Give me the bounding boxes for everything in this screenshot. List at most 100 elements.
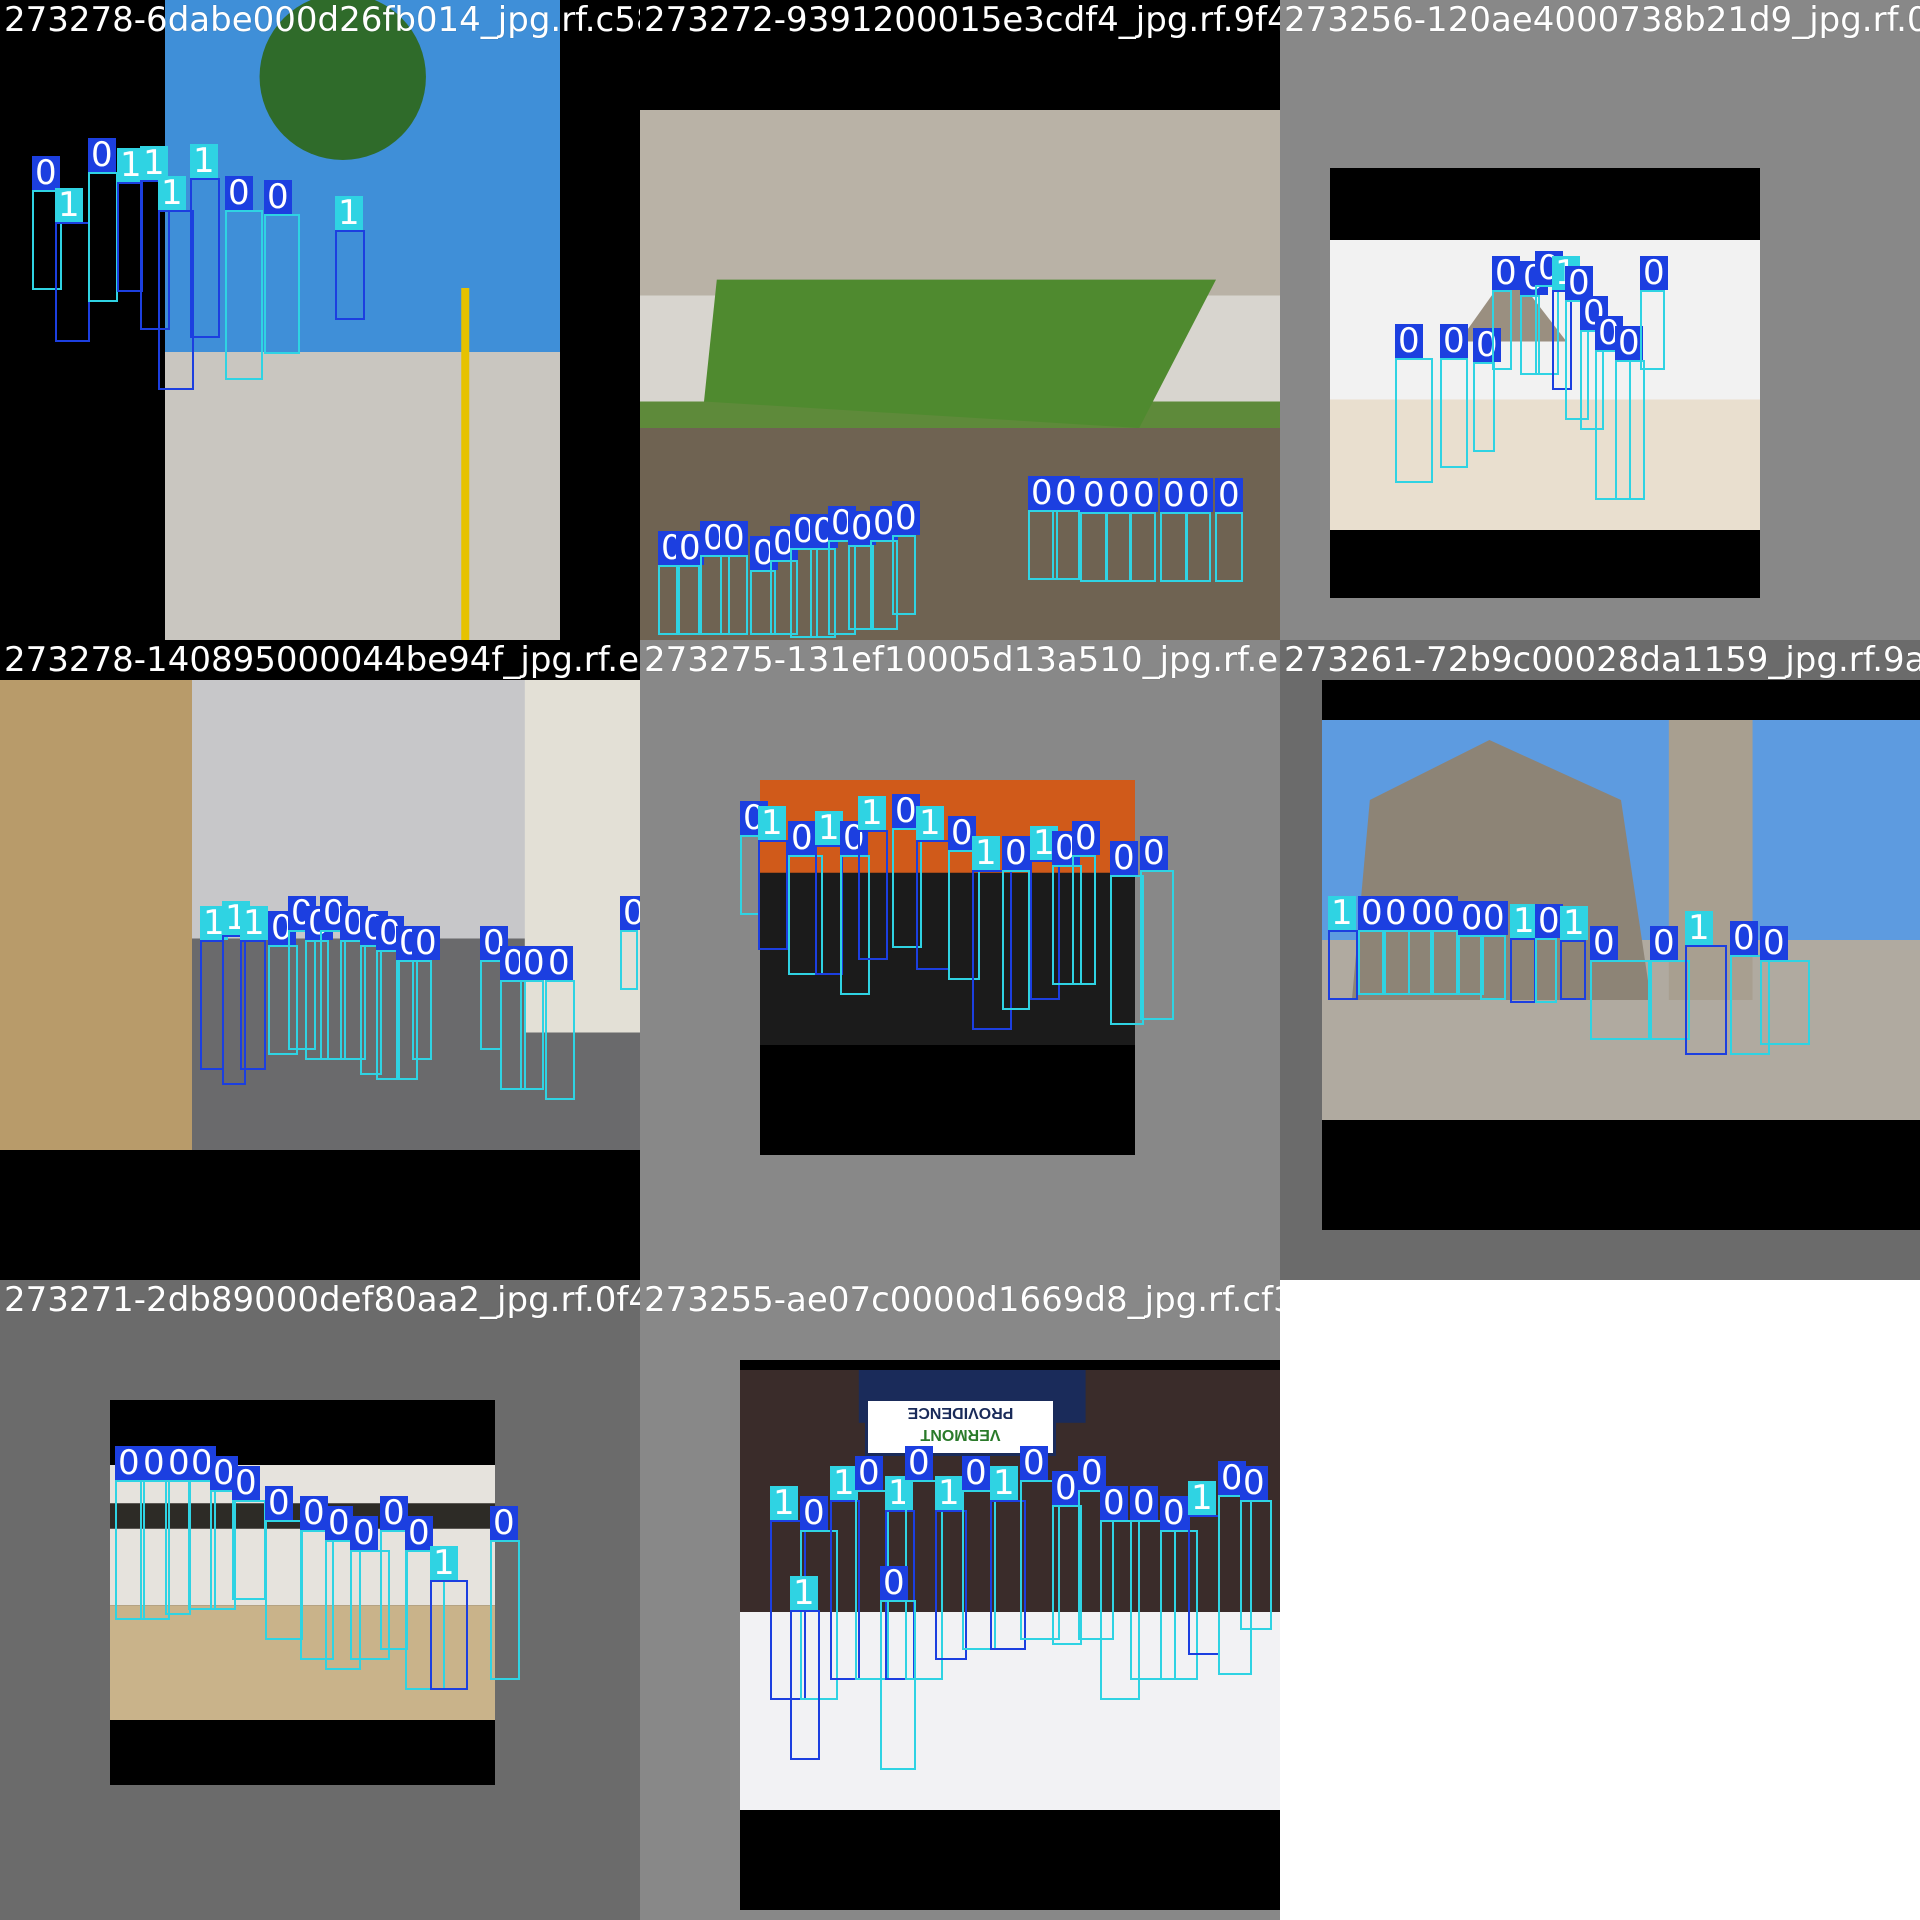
tile-filename: 273261-72b9c00028da1159_jpg.rf.9a [1284, 640, 1920, 680]
detection-class-label: 0 [1130, 478, 1158, 512]
detection-class-label: 1 [1328, 896, 1356, 930]
scoreboard-team-top: PROVIDENCE [907, 1404, 1014, 1421]
detection-box [480, 960, 502, 1050]
detection-box [1052, 510, 1080, 580]
tile-filename: 273256-120ae4000738b21d9_jpg.rf.0 [1284, 0, 1920, 40]
mosaic-tile: 0 0 0 0 0 0 0 0 0 0 0 0 0 0 0 0 0 0 0 0 273272-9391200015e3c… [640, 0, 1280, 640]
detection-class-label: 0 [800, 1496, 828, 1530]
detection-box [1480, 935, 1506, 1000]
detection-box [1685, 945, 1727, 1055]
detection-box [88, 172, 118, 302]
detection-box [1160, 512, 1188, 582]
detection-class-label: 1 [770, 1486, 798, 1520]
detection-class-label: 0 [1440, 324, 1468, 358]
detection-class-label: 0 [490, 1506, 518, 1540]
detection-class-label: 0 [855, 1456, 883, 1490]
detection-box [880, 1600, 916, 1770]
detection-box [545, 980, 575, 1100]
detection-class-label: 0 [1160, 1496, 1188, 1530]
detection-class-label: 0 [1080, 478, 1108, 512]
mosaic-tile: PROVIDENCE VERMONT 1 0 1 0 1 0 1 0 1 0 0 0 0 0 0 1 0 0 1 0 273… [640, 1280, 1280, 1920]
detection-class-label: 0 [1072, 821, 1100, 855]
detection-class-label: 1 [758, 806, 786, 840]
detection-box [264, 214, 300, 354]
detection-class-label: 0 [350, 1516, 378, 1550]
detection-box [335, 230, 365, 320]
detection-class-label: 0 [545, 946, 573, 980]
detection-box [1473, 362, 1495, 452]
mosaic-tile: 1 0 0 0 0 0 0 1 0 1 0 0 1 0 0 273261-72b9c00028da1159_j… [1280, 640, 1920, 1280]
detection-box [158, 210, 194, 390]
tile-filename: 273271-2db89000def80aa2_jpg.rf.0f4 [4, 1280, 640, 1320]
detection-class-label: 0 [264, 180, 292, 214]
detection-box [720, 555, 748, 635]
mosaic-tile: 0 1 0 1 0 1 0 1 0 1 0 1 0 0 0 0 273275-131ef10005d13a510… [640, 640, 1280, 1280]
detection-class-label: 1 [1510, 904, 1538, 938]
detection-class-label: 0 [1160, 478, 1188, 512]
detection-box [1215, 512, 1243, 582]
tile-filename: 273278-140895000044be94f_jpg.rf.e1 [4, 640, 640, 680]
detection-class-label: 1 [190, 144, 218, 178]
detection-box [490, 1540, 520, 1680]
detection-box [1560, 940, 1586, 1000]
detection-box [1615, 360, 1645, 500]
detection-box [858, 830, 888, 960]
detection-box [1492, 290, 1512, 370]
detection-class-label: 0 [720, 521, 748, 555]
detection-class-label: 1 [790, 1576, 818, 1610]
detection-box [380, 1530, 408, 1650]
detection-class-label: 0 [1760, 926, 1788, 960]
detection-class-label: 1 [815, 811, 843, 845]
detection-class-label: 1 [830, 1466, 858, 1500]
detection-class-label: 0 [380, 1496, 408, 1530]
detection-class-label: 0 [412, 926, 440, 960]
detection-class-label: 0 [1002, 836, 1030, 870]
detection-box [1002, 870, 1030, 1010]
detection-class-label: 0 [1020, 1446, 1048, 1480]
detection-class-label: 0 [1215, 478, 1243, 512]
detection-box [1430, 930, 1458, 995]
detection-class-label: 0 [880, 1566, 908, 1600]
detection-box [1510, 938, 1536, 1003]
detection-box [892, 535, 916, 615]
detection-box [1140, 870, 1174, 1020]
detection-box [1440, 358, 1468, 468]
detection-class-label: 0 [1492, 256, 1520, 290]
detection-class-label: 0 [1395, 324, 1423, 358]
detection-box [55, 222, 90, 342]
detection-class-label: 0 [892, 501, 920, 535]
detection-class-label: 1 [158, 176, 186, 210]
detection-box [412, 960, 432, 1060]
detection-class-label: 0 [325, 1506, 353, 1540]
detection-box [676, 565, 700, 635]
detection-box [740, 835, 760, 915]
detection-box [265, 1520, 303, 1640]
detection-class-label: 0 [140, 1446, 168, 1480]
mosaic-tile: 0 1 0 1 1 1 1 0 0 1 273278-6dabe000d26fb014_jpg.rf… [0, 0, 640, 640]
detection-class-label: 1 [858, 796, 886, 830]
detection-class-label: 1 [935, 1476, 963, 1510]
detection-class-label: 0 [1480, 901, 1508, 935]
mosaic-tile: 000000100000273256-120ae4000738b21d9_jpg… [1280, 0, 1920, 640]
detection-box [1760, 960, 1810, 1045]
detection-class-label: 0 [88, 138, 116, 172]
detection-box [1640, 290, 1665, 370]
detection-class-label: 0 [1100, 1486, 1128, 1520]
detection-class-label: 1 [972, 836, 1000, 870]
detection-class-label: 0 [115, 1446, 143, 1480]
detection-class-label: 0 [32, 156, 60, 190]
detection-box [1110, 875, 1144, 1025]
detection-class-label: 1 [1685, 911, 1713, 945]
detection-box [1072, 855, 1096, 985]
detection-box [190, 178, 220, 338]
detection-box [200, 940, 224, 1070]
detection-class-label: 0 [1590, 926, 1618, 960]
detection-class-label: 0 [1535, 904, 1563, 938]
detection-class-label: 0 [1640, 256, 1668, 290]
detection-class-label: 1 [990, 1466, 1018, 1500]
detection-class-label: 0 [1430, 896, 1458, 930]
scoreboard-team-bottom: VERMONT [920, 1426, 1001, 1443]
detection-class-label: 0 [788, 821, 816, 855]
detection-class-label: 1 [240, 906, 268, 940]
detection-box [1535, 938, 1557, 1003]
